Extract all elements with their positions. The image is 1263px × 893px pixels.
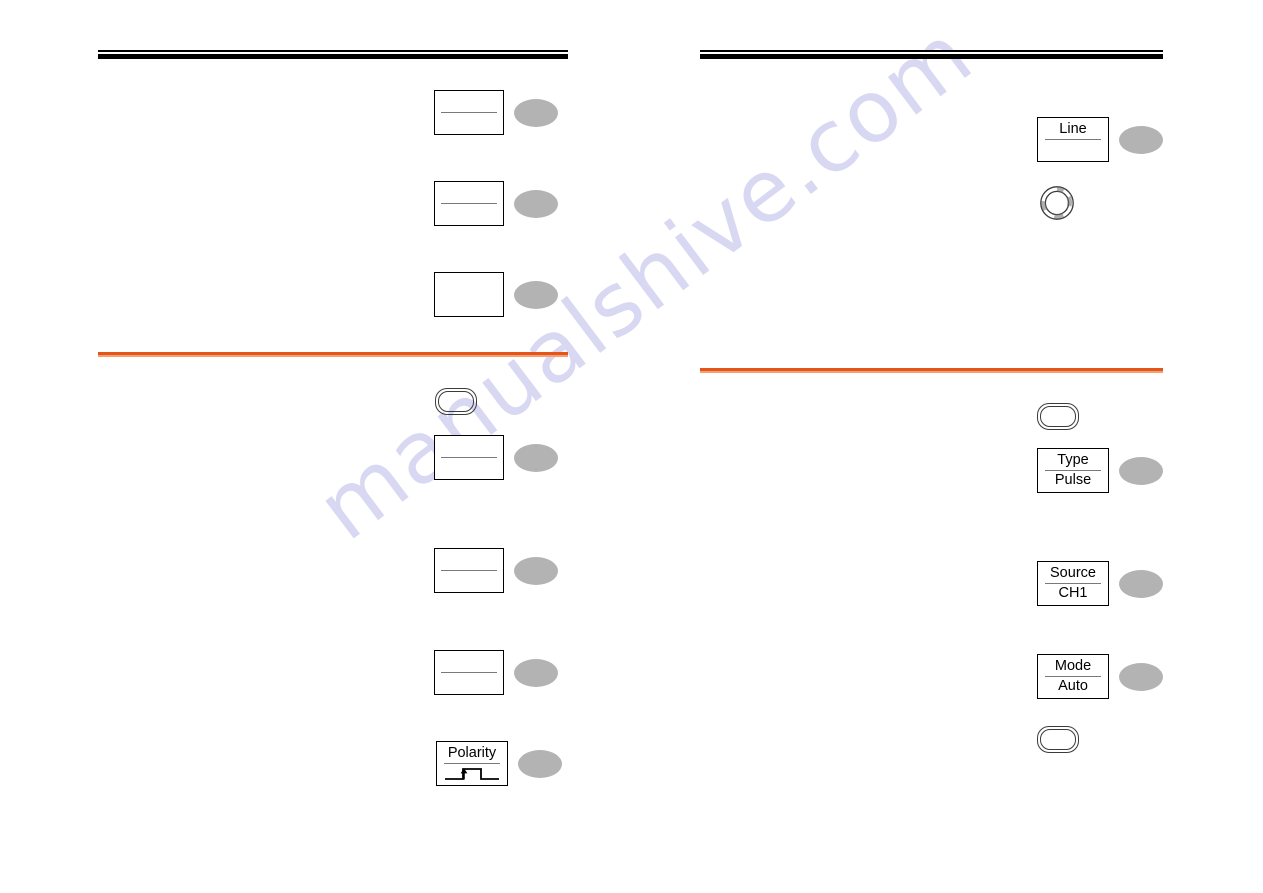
left-panel-button[interactable] [435, 388, 477, 415]
softkey-5[interactable] [434, 548, 504, 593]
softkey-source-divider [1045, 583, 1101, 584]
softkey-type[interactable]: Type Pulse [1037, 448, 1109, 493]
softkey-2-divider [441, 203, 497, 204]
softkey-mode-bottom-label: Auto [1058, 678, 1088, 694]
left-softkey-row-polarity[interactable]: Polarity [436, 741, 562, 786]
left-softkey-row-2[interactable] [434, 181, 558, 226]
softkey-polarity-top-label: Polarity [447, 745, 497, 761]
softkey-source-button[interactable] [1119, 569, 1163, 598]
softkey-source-bottom-label: CH1 [1058, 585, 1088, 601]
right-header-rule-thick [700, 54, 1163, 59]
right-softkey-row-mode[interactable]: Mode Auto [1037, 654, 1163, 699]
softkey-polarity-divider [444, 763, 500, 764]
softkey-type-top-label: Type [1057, 452, 1089, 468]
softkey-2[interactable] [434, 181, 504, 226]
softkey-5-divider [441, 570, 497, 571]
softkey-polarity-button[interactable] [518, 749, 562, 778]
left-softkey-row-1[interactable] [434, 90, 558, 135]
right-panel-button-inner-outline [1040, 406, 1076, 427]
softkey-4[interactable] [434, 435, 504, 480]
softkey-line-divider [1045, 139, 1101, 140]
left-softkey-row-3[interactable] [434, 272, 558, 317]
panel-button-inner-outline [438, 391, 474, 412]
softkey-1-button[interactable] [514, 98, 558, 127]
left-softkey-row-4[interactable] [434, 435, 558, 480]
softkey-source-top-label: Source [1050, 565, 1096, 581]
right-section-divider [700, 368, 1163, 373]
softkey-mode-button[interactable] [1119, 662, 1163, 691]
header-rule-thick [98, 54, 568, 59]
softkey-type-bottom-label: Pulse [1054, 472, 1092, 488]
right-softkey-row-type[interactable]: Type Pulse [1037, 448, 1163, 493]
softkey-2-button[interactable] [514, 189, 558, 218]
softkey-3[interactable] [434, 272, 504, 317]
softkey-6-divider [441, 672, 497, 673]
softkey-1[interactable] [434, 90, 504, 135]
left-header-rule [98, 50, 568, 59]
softkey-polarity-bottom-label [443, 765, 501, 782]
right-softkey-row-line[interactable]: Line [1037, 117, 1163, 162]
softkey-1-divider [441, 112, 497, 113]
softkey-4-button[interactable] [514, 443, 558, 472]
softkey-polarity[interactable]: Polarity [436, 741, 508, 786]
softkey-line[interactable]: Line [1037, 117, 1109, 162]
softkey-mode-top-label: Mode [1054, 658, 1092, 674]
softkey-type-button[interactable] [1119, 456, 1163, 485]
right-header-rule [700, 50, 1163, 59]
right-divider-bottom [700, 371, 1163, 373]
right-page-column: Line Type Pulse Source CH1 Mode Auto [700, 0, 1163, 893]
rotary-knob-icon[interactable] [1038, 184, 1076, 222]
right-bottom-button-inner-outline [1040, 729, 1076, 750]
left-section-divider [98, 352, 568, 357]
left-page-column: Polarity [98, 0, 568, 893]
softkey-type-divider [1045, 470, 1101, 471]
softkey-5-button[interactable] [514, 556, 558, 585]
softkey-4-divider [441, 457, 497, 458]
softkey-6-button[interactable] [514, 658, 558, 687]
softkey-source[interactable]: Source CH1 [1037, 561, 1109, 606]
softkey-line-top-label: Line [1059, 121, 1087, 137]
rising-edge-pulse-icon [445, 768, 499, 780]
softkey-mode-divider [1045, 676, 1101, 677]
softkey-mode[interactable]: Mode Auto [1037, 654, 1109, 699]
left-divider-bottom [98, 355, 568, 357]
left-softkey-row-6[interactable] [434, 650, 558, 695]
right-panel-button-bottom[interactable] [1037, 726, 1079, 753]
softkey-3-button[interactable] [514, 280, 558, 309]
right-softkey-row-source[interactable]: Source CH1 [1037, 561, 1163, 606]
right-panel-button-trigger[interactable] [1037, 403, 1079, 430]
softkey-line-button[interactable] [1119, 125, 1163, 154]
left-softkey-row-5[interactable] [434, 548, 558, 593]
softkey-6[interactable] [434, 650, 504, 695]
